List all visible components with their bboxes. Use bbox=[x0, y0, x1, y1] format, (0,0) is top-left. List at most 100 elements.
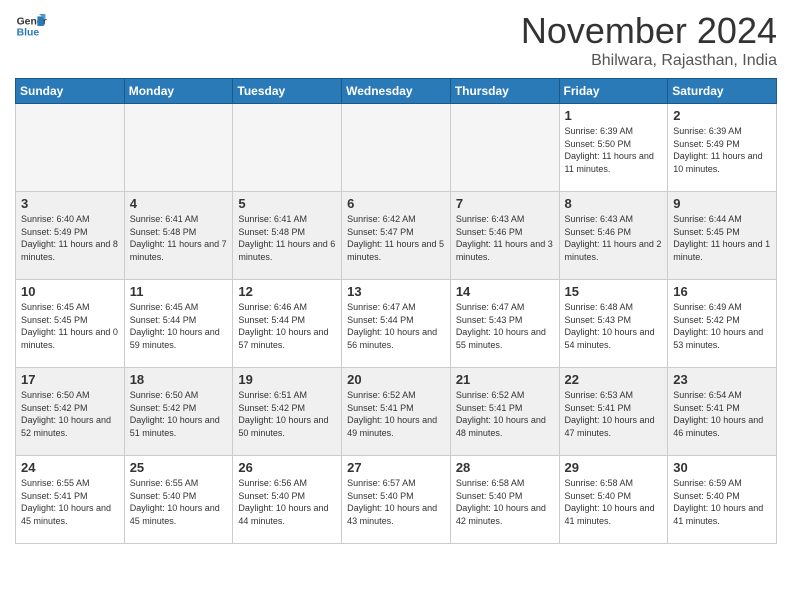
day-number: 13 bbox=[347, 284, 445, 299]
calendar-cell: 3 Sunrise: 6:40 AM Sunset: 5:49 PM Daylig… bbox=[16, 192, 125, 280]
header-sunday: Sunday bbox=[16, 79, 125, 104]
day-number: 10 bbox=[21, 284, 119, 299]
day-number: 1 bbox=[565, 108, 663, 123]
day-number: 25 bbox=[130, 460, 228, 475]
day-number: 7 bbox=[456, 196, 554, 211]
week-row-2: 10 Sunrise: 6:45 AM Sunset: 5:45 PM Dayli… bbox=[16, 280, 777, 368]
svg-text:Blue: Blue bbox=[17, 28, 40, 39]
day-info: Sunrise: 6:58 AM Sunset: 5:40 PM Dayligh… bbox=[456, 477, 554, 527]
day-number: 29 bbox=[565, 460, 663, 475]
day-number: 2 bbox=[673, 108, 771, 123]
logo: General Blue bbox=[15, 10, 47, 42]
day-info: Sunrise: 6:57 AM Sunset: 5:40 PM Dayligh… bbox=[347, 477, 445, 527]
day-number: 6 bbox=[347, 196, 445, 211]
day-number: 16 bbox=[673, 284, 771, 299]
day-info: Sunrise: 6:41 AM Sunset: 5:48 PM Dayligh… bbox=[238, 213, 336, 263]
day-number: 9 bbox=[673, 196, 771, 211]
day-info: Sunrise: 6:42 AM Sunset: 5:47 PM Dayligh… bbox=[347, 213, 445, 263]
calendar-cell: 12Sunrise: 6:46 AM Sunset: 5:44 PM Dayli… bbox=[233, 280, 342, 368]
calendar-cell: 5 Sunrise: 6:41 AM Sunset: 5:48 PM Daylig… bbox=[233, 192, 342, 280]
day-number: 3 bbox=[21, 196, 119, 211]
day-info: Sunrise: 6:39 AM Sunset: 5:49 PM Dayligh… bbox=[673, 125, 771, 175]
day-number: 15 bbox=[565, 284, 663, 299]
calendar-cell: 17 Sunrise: 6:50 AM Sunset: 5:42 PM Dayli… bbox=[16, 368, 125, 456]
week-row-0: 1 Sunrise: 6:39 AM Sunset: 5:50 PM Daylig… bbox=[16, 104, 777, 192]
day-number: 23 bbox=[673, 372, 771, 387]
day-info: Sunrise: 6:52 AM Sunset: 5:41 PM Dayligh… bbox=[456, 389, 554, 439]
day-info: Sunrise: 6:47 AM Sunset: 5:43 PM Dayligh… bbox=[456, 301, 554, 351]
day-info: Sunrise: 6:45 AM Sunset: 5:45 PM Dayligh… bbox=[21, 301, 119, 351]
calendar-cell: 7Sunrise: 6:43 AM Sunset: 5:46 PM Daylig… bbox=[450, 192, 559, 280]
week-row-4: 24 Sunrise: 6:55 AM Sunset: 5:41 PM Dayli… bbox=[16, 456, 777, 544]
calendar-cell: 4Sunrise: 6:41 AM Sunset: 5:48 PM Daylig… bbox=[124, 192, 233, 280]
logo-icon: General Blue bbox=[15, 10, 47, 42]
calendar-cell: 26 Sunrise: 6:56 AM Sunset: 5:40 PM Dayli… bbox=[233, 456, 342, 544]
day-info: Sunrise: 6:45 AM Sunset: 5:44 PM Dayligh… bbox=[130, 301, 228, 351]
day-info: Sunrise: 6:46 AM Sunset: 5:44 PM Dayligh… bbox=[238, 301, 336, 351]
day-info: Sunrise: 6:48 AM Sunset: 5:43 PM Dayligh… bbox=[565, 301, 663, 351]
week-row-1: 3 Sunrise: 6:40 AM Sunset: 5:49 PM Daylig… bbox=[16, 192, 777, 280]
day-info: Sunrise: 6:54 AM Sunset: 5:41 PM Dayligh… bbox=[673, 389, 771, 439]
calendar-cell: 25Sunrise: 6:55 AM Sunset: 5:40 PM Dayli… bbox=[124, 456, 233, 544]
calendar-cell: 28 Sunrise: 6:58 AM Sunset: 5:40 PM Dayli… bbox=[450, 456, 559, 544]
header-friday: Friday bbox=[559, 79, 668, 104]
day-info: Sunrise: 6:50 AM Sunset: 5:42 PM Dayligh… bbox=[130, 389, 228, 439]
day-info: Sunrise: 6:40 AM Sunset: 5:49 PM Dayligh… bbox=[21, 213, 119, 263]
day-info: Sunrise: 6:44 AM Sunset: 5:45 PM Dayligh… bbox=[673, 213, 771, 263]
calendar-cell: 2 Sunrise: 6:39 AM Sunset: 5:49 PM Daylig… bbox=[668, 104, 777, 192]
day-number: 24 bbox=[21, 460, 119, 475]
day-info: Sunrise: 6:51 AM Sunset: 5:42 PM Dayligh… bbox=[238, 389, 336, 439]
day-number: 26 bbox=[238, 460, 336, 475]
calendar-cell: 23 Sunrise: 6:54 AM Sunset: 5:41 PM Dayli… bbox=[668, 368, 777, 456]
day-info: Sunrise: 6:41 AM Sunset: 5:48 PM Dayligh… bbox=[130, 213, 228, 263]
title-block: November 2024 Bhilwara, Rajasthan, India bbox=[521, 10, 777, 70]
page-header: General Blue November 2024 Bhilwara, Raj… bbox=[15, 10, 777, 70]
day-info: Sunrise: 6:43 AM Sunset: 5:46 PM Dayligh… bbox=[565, 213, 663, 263]
calendar-cell: 15 Sunrise: 6:48 AM Sunset: 5:43 PM Dayli… bbox=[559, 280, 668, 368]
calendar-cell: 8Sunrise: 6:43 AM Sunset: 5:46 PM Daylig… bbox=[559, 192, 668, 280]
day-info: Sunrise: 6:50 AM Sunset: 5:42 PM Dayligh… bbox=[21, 389, 119, 439]
calendar-cell: 24 Sunrise: 6:55 AM Sunset: 5:41 PM Dayli… bbox=[16, 456, 125, 544]
calendar-cell bbox=[16, 104, 125, 192]
calendar-cell: 9 Sunrise: 6:44 AM Sunset: 5:45 PM Daylig… bbox=[668, 192, 777, 280]
day-number: 22 bbox=[565, 372, 663, 387]
header-tuesday: Tuesday bbox=[233, 79, 342, 104]
calendar-cell: 6 Sunrise: 6:42 AM Sunset: 5:47 PM Daylig… bbox=[342, 192, 451, 280]
calendar-cell: 13 Sunrise: 6:47 AM Sunset: 5:44 PM Dayli… bbox=[342, 280, 451, 368]
day-number: 17 bbox=[21, 372, 119, 387]
calendar-cell bbox=[233, 104, 342, 192]
calendar-cell: 16Sunrise: 6:49 AM Sunset: 5:42 PM Dayli… bbox=[668, 280, 777, 368]
calendar-cell: 20 Sunrise: 6:52 AM Sunset: 5:41 PM Dayli… bbox=[342, 368, 451, 456]
day-number: 20 bbox=[347, 372, 445, 387]
day-number: 11 bbox=[130, 284, 228, 299]
header-thursday: Thursday bbox=[450, 79, 559, 104]
calendar-cell bbox=[342, 104, 451, 192]
day-info: Sunrise: 6:59 AM Sunset: 5:40 PM Dayligh… bbox=[673, 477, 771, 527]
day-number: 30 bbox=[673, 460, 771, 475]
day-info: Sunrise: 6:56 AM Sunset: 5:40 PM Dayligh… bbox=[238, 477, 336, 527]
calendar-cell: 11 Sunrise: 6:45 AM Sunset: 5:44 PM Dayli… bbox=[124, 280, 233, 368]
day-info: Sunrise: 6:52 AM Sunset: 5:41 PM Dayligh… bbox=[347, 389, 445, 439]
day-number: 28 bbox=[456, 460, 554, 475]
calendar-cell: 30 Sunrise: 6:59 AM Sunset: 5:40 PM Dayli… bbox=[668, 456, 777, 544]
header-saturday: Saturday bbox=[668, 79, 777, 104]
day-info: Sunrise: 6:47 AM Sunset: 5:44 PM Dayligh… bbox=[347, 301, 445, 351]
calendar-cell: 27 Sunrise: 6:57 AM Sunset: 5:40 PM Dayli… bbox=[342, 456, 451, 544]
calendar-cell: 21Sunrise: 6:52 AM Sunset: 5:41 PM Dayli… bbox=[450, 368, 559, 456]
location: Bhilwara, Rajasthan, India bbox=[521, 52, 777, 70]
calendar-cell: 10 Sunrise: 6:45 AM Sunset: 5:45 PM Dayli… bbox=[16, 280, 125, 368]
calendar-cell: 14 Sunrise: 6:47 AM Sunset: 5:43 PM Dayli… bbox=[450, 280, 559, 368]
calendar-cell: 29 Sunrise: 6:58 AM Sunset: 5:40 PM Dayli… bbox=[559, 456, 668, 544]
day-info: Sunrise: 6:58 AM Sunset: 5:40 PM Dayligh… bbox=[565, 477, 663, 527]
day-info: Sunrise: 6:55 AM Sunset: 5:41 PM Dayligh… bbox=[21, 477, 119, 527]
calendar-cell: 1 Sunrise: 6:39 AM Sunset: 5:50 PM Daylig… bbox=[559, 104, 668, 192]
day-info: Sunrise: 6:39 AM Sunset: 5:50 PM Dayligh… bbox=[565, 125, 663, 175]
day-number: 14 bbox=[456, 284, 554, 299]
day-number: 5 bbox=[238, 196, 336, 211]
day-number: 27 bbox=[347, 460, 445, 475]
month-title: November 2024 bbox=[521, 10, 777, 52]
calendar-table: SundayMondayTuesdayWednesdayThursdayFrid… bbox=[15, 78, 777, 544]
calendar-cell: 18Sunrise: 6:50 AM Sunset: 5:42 PM Dayli… bbox=[124, 368, 233, 456]
week-row-3: 17 Sunrise: 6:50 AM Sunset: 5:42 PM Dayli… bbox=[16, 368, 777, 456]
day-number: 19 bbox=[238, 372, 336, 387]
